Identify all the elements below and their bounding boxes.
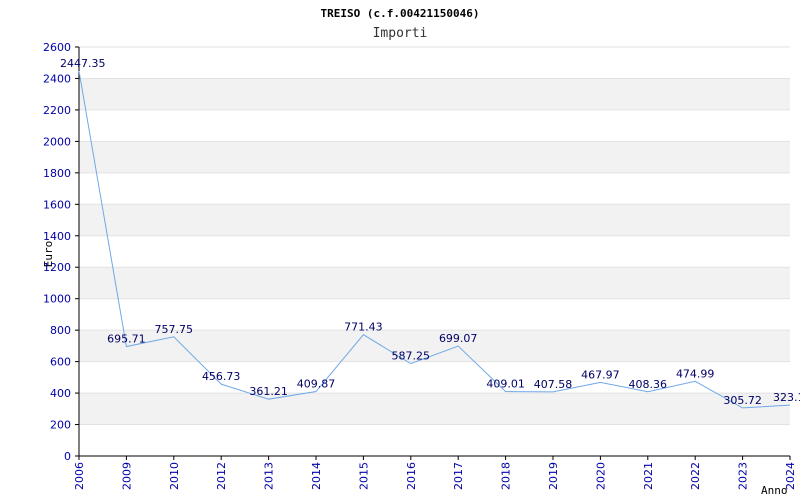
- data-label: 699.07: [439, 332, 478, 345]
- data-label: 467.97: [581, 368, 620, 381]
- data-label: 695.71: [107, 333, 146, 346]
- line-chart: TREISO (c.f.00421150046) Importi Euro An…: [42, 7, 800, 497]
- data-label: 2447.35: [60, 57, 106, 70]
- y-tick-label: 1600: [43, 198, 71, 211]
- x-tick-label: 2010: [168, 462, 181, 490]
- data-label: 305.72: [723, 394, 762, 407]
- x-tick-label: 2019: [547, 462, 560, 490]
- x-axis-ticks: 2006 2009 2010 2012 2013 2014 2015 2016 2017 2018…: [73, 456, 797, 490]
- x-tick-label: 2014: [310, 462, 323, 490]
- x-tick-label: 2021: [642, 462, 655, 490]
- data-label: 408.36: [629, 378, 668, 391]
- data-label: 323.1: [773, 391, 800, 404]
- grid-band: [79, 267, 790, 299]
- x-tick-label: 2013: [263, 462, 276, 490]
- y-tick-label: 1000: [43, 293, 71, 306]
- y-tick-label: 200: [50, 419, 71, 432]
- x-tick-label: 2018: [500, 462, 513, 490]
- x-tick-label: 2023: [737, 462, 750, 490]
- x-tick-label: 2006: [73, 462, 86, 490]
- data-label: 757.75: [155, 323, 194, 336]
- y-tick-label: 2600: [43, 41, 71, 54]
- data-label: 361.21: [249, 385, 288, 398]
- data-label: 409.87: [297, 378, 336, 391]
- chart-subtitle: Importi: [373, 26, 428, 41]
- grid-band: [79, 78, 790, 110]
- chart-title: TREISO (c.f.00421150046): [321, 7, 480, 20]
- grid-band: [79, 141, 790, 173]
- y-tick-label: 600: [50, 356, 71, 369]
- x-tick-label: 2024: [784, 462, 797, 490]
- data-label: 474.99: [676, 367, 715, 380]
- x-tick-label: 2016: [405, 462, 418, 490]
- x-tick-label: 2020: [594, 462, 607, 490]
- y-tick-label: 1200: [43, 261, 71, 274]
- data-label: 409.01: [486, 378, 525, 391]
- y-tick-label: 2000: [43, 135, 71, 148]
- x-tick-label: 2015: [357, 462, 370, 490]
- grid-band: [79, 204, 790, 236]
- y-tick-label: 0: [64, 450, 71, 463]
- x-tick-label: 2017: [452, 462, 465, 490]
- y-tick-label: 800: [50, 324, 71, 337]
- grid-band: [79, 393, 790, 425]
- data-label: 407.58: [534, 378, 573, 391]
- data-label: 456.73: [202, 370, 241, 383]
- data-label: 771.43: [344, 321, 383, 334]
- y-tick-label: 1800: [43, 167, 71, 180]
- y-tick-label: 1400: [43, 230, 71, 243]
- x-tick-label: 2012: [215, 462, 228, 490]
- data-label: 587.25: [392, 350, 431, 363]
- y-tick-label: 2200: [43, 104, 71, 117]
- x-tick-label: 2022: [689, 462, 702, 490]
- x-tick-label: 2009: [120, 462, 133, 490]
- y-tick-label: 400: [50, 387, 71, 400]
- y-tick-label: 2400: [43, 72, 71, 85]
